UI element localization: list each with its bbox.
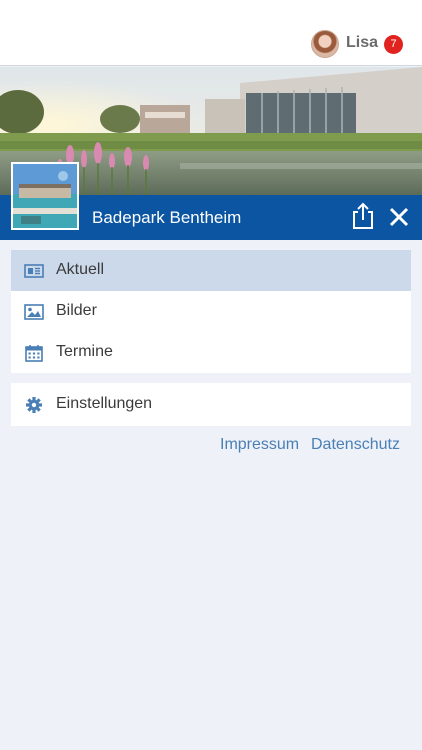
notification-badge[interactable]: 7: [384, 35, 403, 54]
club-thumbnail: [11, 162, 79, 230]
menu-item-bilder[interactable]: Bilder: [11, 291, 411, 332]
club-name: Badepark Bentheim: [92, 208, 242, 227]
close-icon: [389, 207, 409, 227]
share-button[interactable]: [350, 202, 376, 230]
main-menu: Aktuell Bilder Termine: [11, 250, 411, 373]
menu-item-aktuell[interactable]: Aktuell: [11, 250, 411, 291]
top-bar: Lisa 7: [0, 0, 422, 66]
close-button[interactable]: [387, 205, 411, 229]
user-avatar[interactable]: [311, 30, 339, 58]
gear-icon: [26, 397, 42, 413]
settings-menu: Einstellungen: [11, 383, 411, 426]
newspaper-icon: [24, 264, 44, 278]
calendar-icon: [25, 345, 43, 362]
image-icon: [24, 304, 44, 320]
share-icon: [353, 202, 373, 229]
menu-item-label: Termine: [56, 343, 113, 360]
menu-item-termine[interactable]: Termine: [11, 332, 411, 373]
user-name[interactable]: Lisa: [346, 34, 378, 52]
menu-item-label: Aktuell: [56, 261, 105, 278]
datenschutz-link[interactable]: Datenschutz: [311, 436, 400, 454]
menu-item-label: Bilder: [56, 302, 97, 319]
impressum-link[interactable]: Impressum: [220, 436, 299, 454]
menu-item-einstellungen[interactable]: Einstellungen: [11, 384, 411, 425]
menu-item-label: Einstellungen: [56, 395, 153, 412]
